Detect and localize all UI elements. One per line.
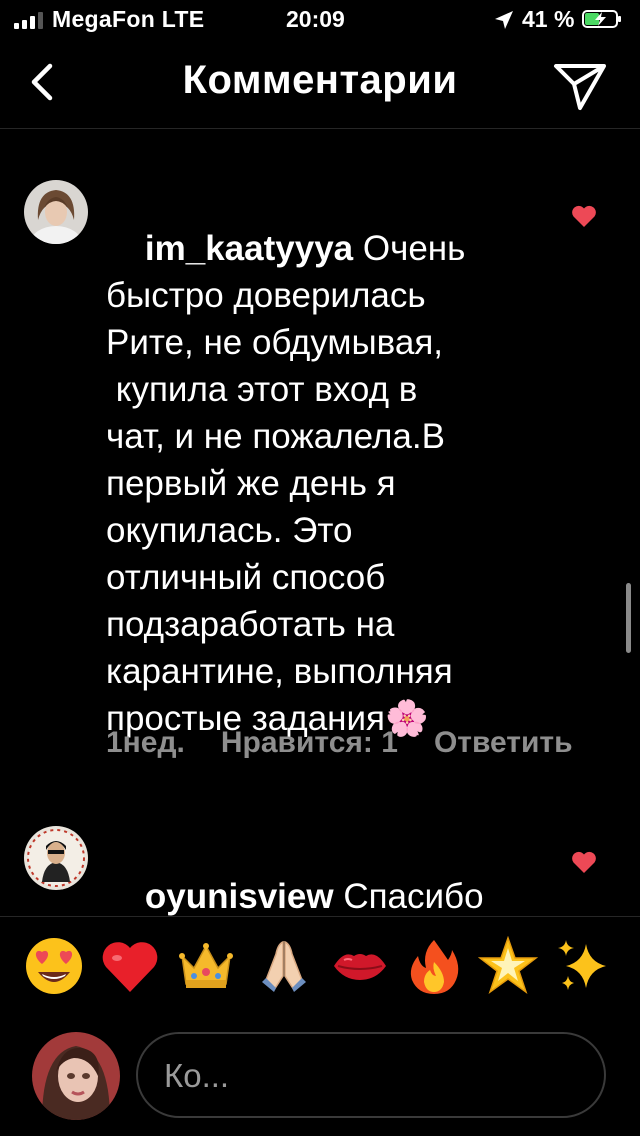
comment-body: Очень быстро доверилась Рите, не обдумыв… xyxy=(106,229,466,738)
send-direct-icon[interactable] xyxy=(552,60,608,112)
comment-text: im_kaatyyya Очень быстро доверилась Рите… xyxy=(106,178,526,789)
red-heart-emoji-icon[interactable] xyxy=(100,936,160,996)
folded-hands-emoji-icon[interactable] xyxy=(254,936,314,996)
sparkles-emoji-icon[interactable] xyxy=(554,936,614,996)
avatar-image xyxy=(24,180,88,244)
comment-likes[interactable]: Нравится: 1 xyxy=(221,726,398,759)
avatar[interactable] xyxy=(24,180,88,244)
emoji-quick-bar xyxy=(0,916,640,1033)
comment-username[interactable]: im_kaatyyya xyxy=(145,229,353,268)
comment-input-box[interactable] xyxy=(136,1032,606,1118)
comment-meta: 1нед. Нравится: 1 Ответить xyxy=(106,726,609,760)
status-bar: MegaFon LTE 20:09 41 % xyxy=(0,0,640,40)
comment-time: 1нед. xyxy=(106,726,185,759)
reply-button[interactable]: Ответить xyxy=(434,726,573,759)
star-emoji-icon[interactable] xyxy=(478,936,538,996)
like-heart-icon[interactable] xyxy=(571,850,597,874)
kiss-mark-emoji-icon[interactable] xyxy=(330,936,390,996)
like-heart-icon[interactable] xyxy=(571,204,597,228)
page-title: Комментарии xyxy=(182,58,458,102)
crown-emoji-icon[interactable] xyxy=(176,936,236,996)
battery-charging-icon xyxy=(582,10,621,28)
location-arrow-icon xyxy=(495,11,513,29)
carrier-label: MegaFon LTE xyxy=(52,6,205,32)
scrollbar[interactable] xyxy=(626,583,631,653)
avatar-image xyxy=(24,826,88,890)
avatar-image xyxy=(32,1032,120,1120)
comment-username[interactable]: oyunisview xyxy=(145,877,334,916)
signal-icon xyxy=(14,11,43,29)
current-user-avatar xyxy=(32,1032,120,1120)
comment-input[interactable] xyxy=(162,1034,586,1118)
heart-eyes-emoji-icon[interactable] xyxy=(24,936,84,996)
avatar[interactable] xyxy=(24,826,88,890)
status-time: 20:09 xyxy=(286,6,345,32)
battery-percent: 41 % xyxy=(522,6,575,32)
header: Комментарии xyxy=(0,40,640,129)
fire-emoji-icon[interactable] xyxy=(404,936,464,996)
